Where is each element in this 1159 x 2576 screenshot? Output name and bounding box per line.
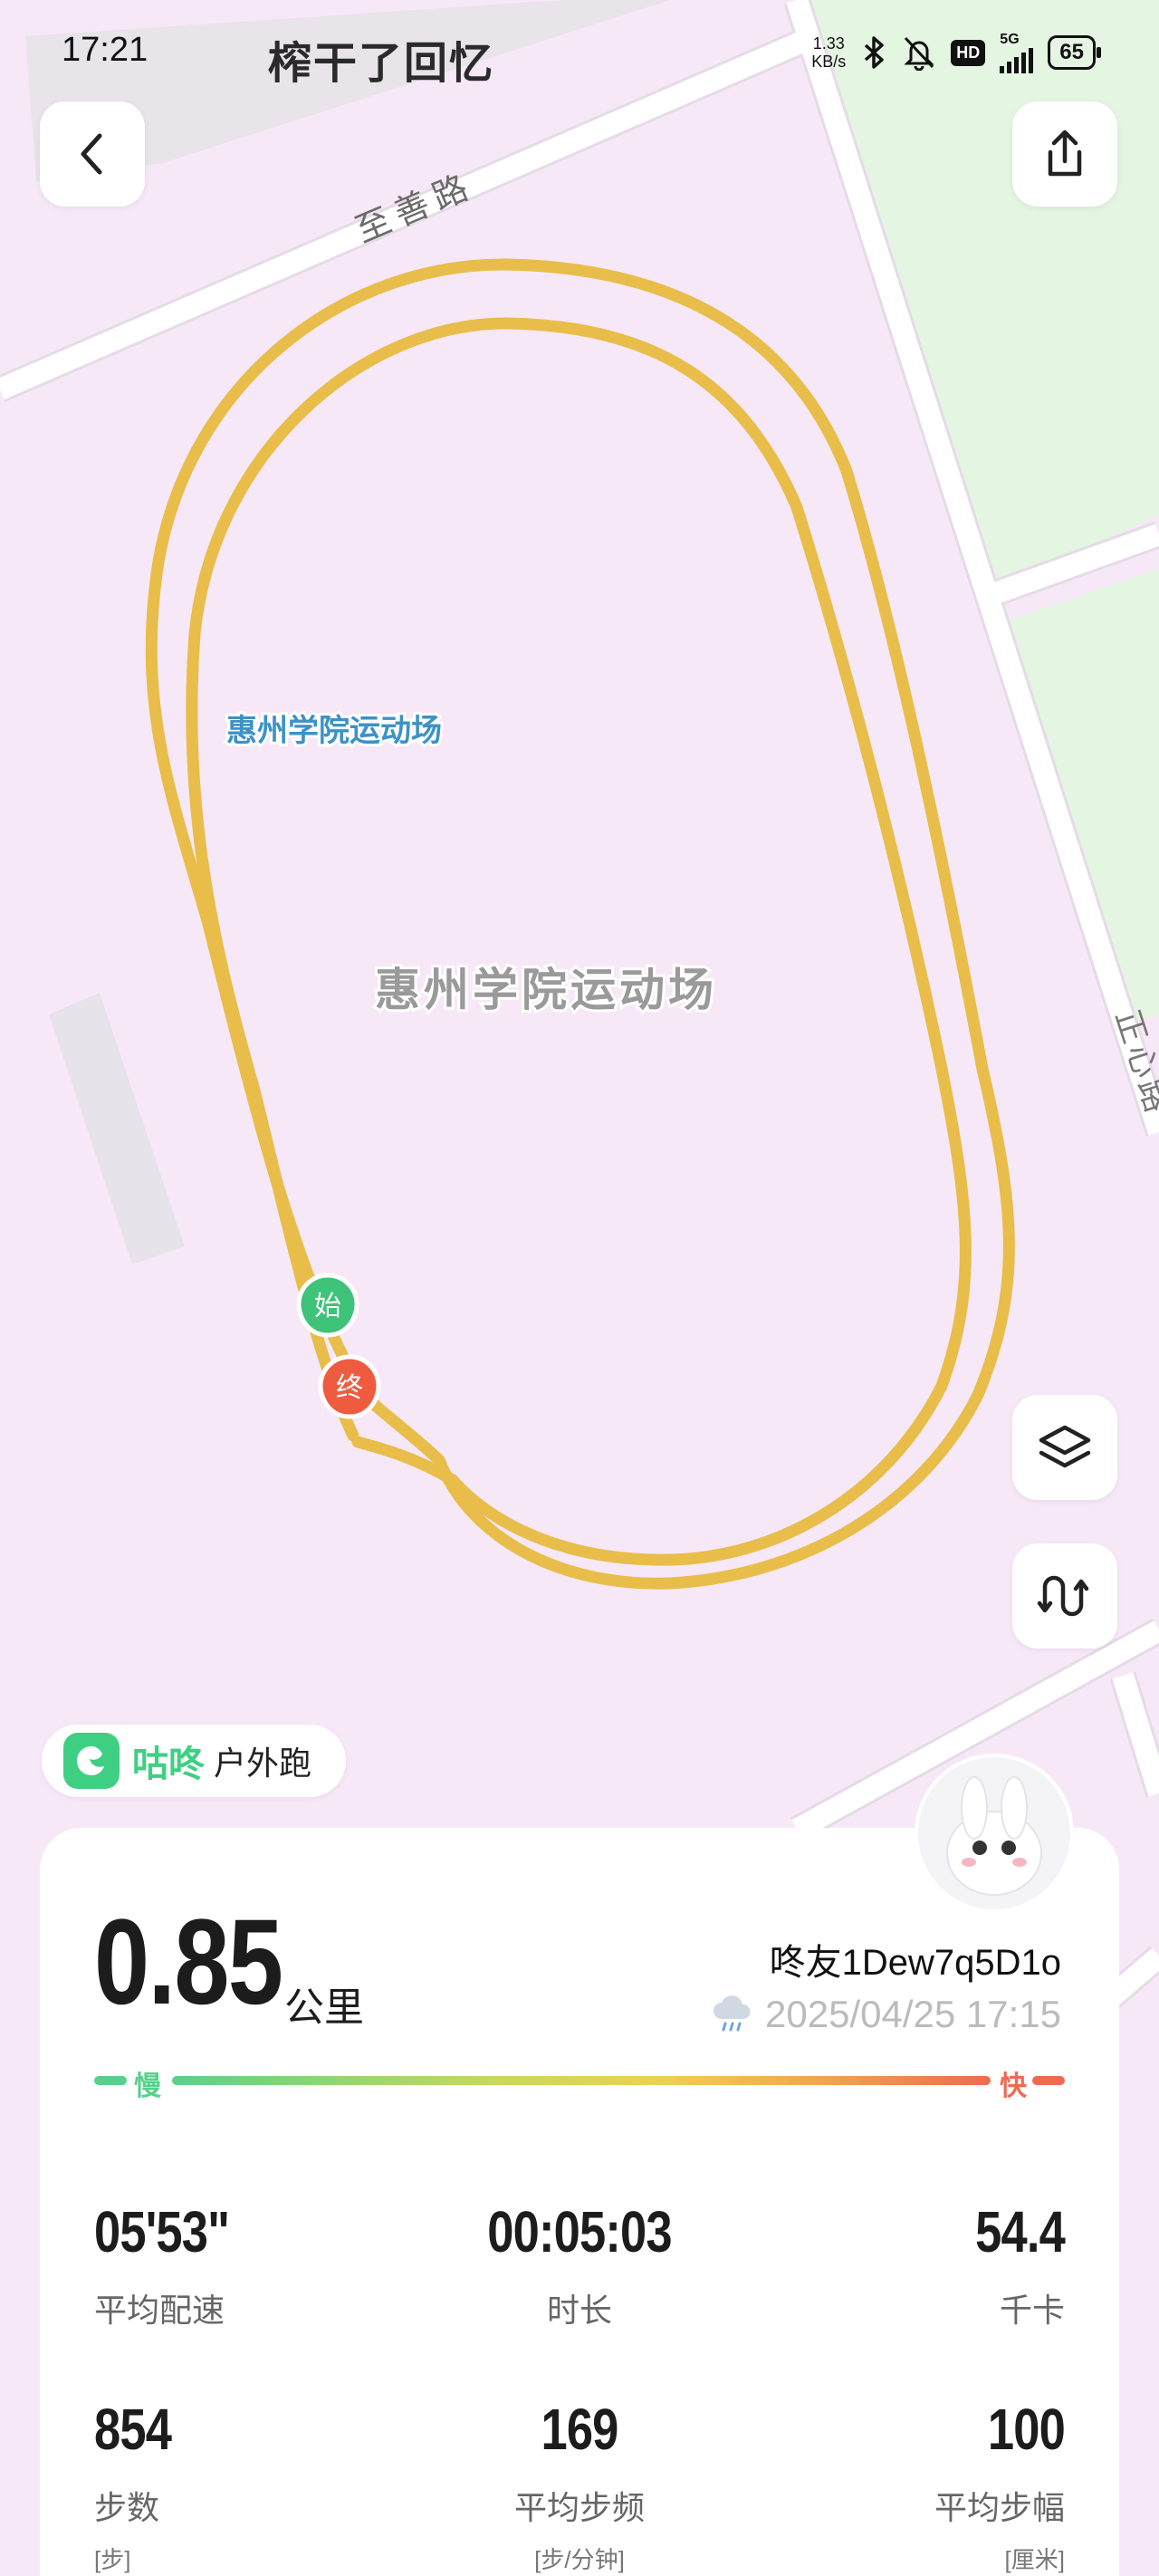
share-button[interactable]: [1012, 101, 1117, 207]
stat-calories: 54.4 千卡: [793, 2199, 1066, 2331]
end-marker[interactable]: 终: [318, 1354, 381, 1419]
signal-bars-icon: [1000, 48, 1034, 73]
battery-indicator: 65: [1048, 35, 1101, 70]
pace-bar-fast-cap: [1032, 2076, 1065, 2085]
pace-bar-slow-cap: [94, 2076, 127, 2085]
status-time: 17:21: [62, 31, 148, 69]
start-marker[interactable]: 始: [296, 1273, 359, 1338]
stat-label: 平均步频: [513, 2489, 645, 2526]
stat-label: 时长: [546, 2292, 612, 2329]
route-wave-icon: [1037, 1575, 1089, 1617]
layers-icon: [1039, 1425, 1091, 1468]
chevron-left-icon: [81, 133, 102, 175]
stat-value: 00:05:03: [487, 2199, 672, 2264]
stat-steps: 854 步数 [步]: [94, 2400, 366, 2575]
poi-label-stadium[interactable]: 惠州学院运动场: [224, 710, 445, 752]
stat-avg-pace: 05'53" 平均配速: [94, 2203, 366, 2331]
stat-label: 千卡: [999, 2292, 1065, 2329]
share-icon: [1048, 130, 1082, 177]
avatar[interactable]: [915, 1754, 1074, 1913]
status-icons: 1.33 KB/s HD 5G 65: [811, 27, 1101, 78]
activity-datetime: 2025/04/25 17:15: [709, 1993, 1061, 2036]
activity-type: 户外跑: [214, 1745, 312, 1782]
stat-unit: [步]: [94, 2546, 131, 2573]
pace-fast-label: 快: [1000, 2071, 1027, 2101]
stat-value: 54.4: [975, 2199, 1066, 2264]
mascot-icon: [918, 1757, 1070, 1909]
status-bar: 17:21 榨干了回忆 1.33 KB/s HD 5G 65: [0, 0, 1159, 109]
brand-name: 咕咚: [132, 1745, 205, 1784]
back-button[interactable]: [40, 101, 145, 207]
stat-cadence: 169 平均步频 [步/分钟]: [444, 2400, 715, 2575]
brand-badge: 咕咚 户外跑: [42, 1725, 346, 1797]
stat-duration: 00:05:03 时长: [444, 2203, 715, 2331]
distance-unit: 公里: [284, 1985, 364, 2030]
stat-label: 平均配速: [94, 2292, 225, 2329]
area-label-stadium: 惠州学院运动场: [375, 964, 717, 1016]
pace-slow-label: 慢: [134, 2071, 161, 2101]
net-speed: 1.33 KB/s: [811, 34, 846, 71]
distance-value: 0.85: [94, 1895, 283, 2030]
bell-muted-icon: [904, 36, 934, 71]
bluetooth-icon: [865, 36, 885, 69]
stat-unit: [厘米]: [1004, 2546, 1065, 2573]
pace-gradient: [172, 2076, 991, 2085]
username: 咚友1Dew7q5D1o: [769, 1943, 1061, 1983]
codoon-logo-icon: [63, 1733, 120, 1789]
pace-legend-bar: 慢 快: [94, 2067, 1065, 2101]
stat-value: 169: [541, 2397, 618, 2462]
end-marker-label: 终: [336, 1372, 363, 1404]
net-speed-unit: KB/s: [811, 53, 847, 71]
net-speed-value: 1.33: [812, 34, 845, 53]
stat-unit: [步/分钟]: [534, 2546, 625, 2573]
rain-cloud-icon: [714, 1995, 751, 2032]
stat-label: 平均步幅: [934, 2489, 1065, 2526]
signal-type: 5G: [1000, 32, 1020, 47]
hd-badge: HD: [951, 39, 986, 66]
stat-value: 05'53": [94, 2199, 230, 2264]
route-replay-button[interactable]: [1012, 1543, 1117, 1648]
datetime-text: 2025/04/25 17:15: [765, 1993, 1061, 2035]
stat-value: 100: [987, 2397, 1066, 2462]
stat-label: 步数: [94, 2489, 160, 2526]
app-title: 榨干了回忆: [268, 40, 495, 88]
stat-value: 854: [94, 2397, 172, 2462]
map-layers-button[interactable]: [1012, 1395, 1117, 1500]
stat-stride: 100 平均步幅 [厘米]: [793, 2397, 1066, 2575]
cell-signal: 5G: [1000, 32, 1034, 73]
start-marker-label: 始: [314, 1291, 341, 1322]
